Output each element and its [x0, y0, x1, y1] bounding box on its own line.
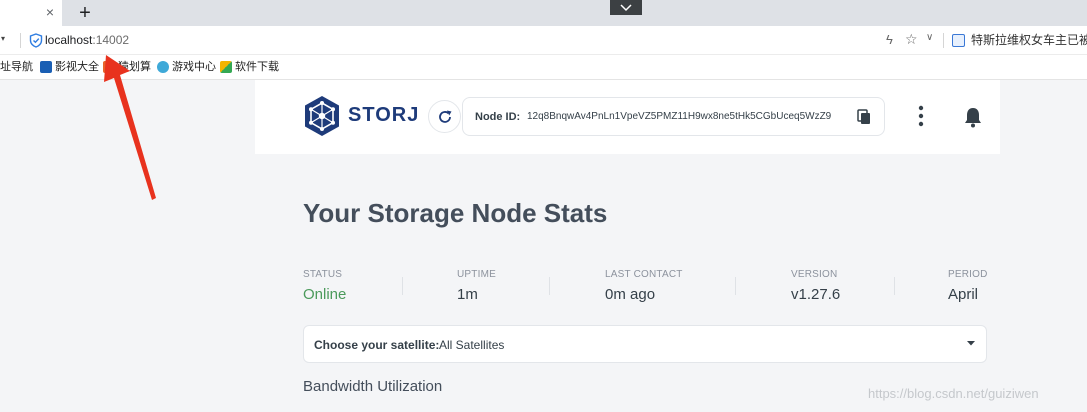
stat-value: April: [948, 286, 979, 303]
divider: [20, 33, 21, 48]
stat-divider: [402, 277, 403, 295]
stat-value: v1.27.6: [791, 286, 841, 303]
stat-label: STATUS: [303, 269, 343, 280]
history-caret-icon[interactable]: ▾: [1, 34, 5, 43]
stat-value: 1m: [457, 286, 478, 303]
bookmark-item[interactable]: 址导航: [0, 60, 33, 74]
stat-divider: [735, 277, 736, 295]
watermark: https://blog.csdn.net/guiziwen: [868, 386, 1039, 401]
stat-label: PERIOD: [948, 269, 988, 280]
bookmark-item[interactable]: 影视大全: [40, 60, 99, 74]
stat-divider: [894, 277, 895, 295]
stat-value: 0m ago: [605, 286, 656, 303]
active-tab[interactable]: ×: [0, 0, 62, 26]
lightning-icon[interactable]: ϟ: [886, 32, 893, 47]
divider: [943, 33, 944, 48]
chevron-down-icon[interactable]: ∨: [926, 32, 933, 43]
url-host: localhost: [45, 33, 93, 47]
stat-label: UPTIME: [457, 269, 496, 280]
satellite-select[interactable]: Choose your satellite: All Satellites: [303, 325, 987, 363]
bookmark-label: 游戏中心: [172, 61, 216, 73]
stat-value: Online: [303, 286, 347, 303]
bookmark-label: 软件下载: [235, 61, 279, 73]
video-icon: [40, 61, 52, 73]
node-id-label: Node ID:: [475, 111, 521, 123]
refresh-icon: [438, 110, 451, 123]
bookmark-label: 址导航: [0, 61, 33, 73]
star-icon[interactable]: ☆: [905, 31, 918, 48]
annotation-arrow: [104, 55, 156, 200]
url-port: :14002: [92, 33, 130, 47]
stat-version: VERSION v1.27.6: [791, 269, 840, 303]
bell-icon[interactable]: [962, 106, 984, 128]
satellite-value: All Satellites: [439, 338, 505, 352]
tab-search-button[interactable]: [610, 0, 642, 15]
caret-down-icon: [967, 341, 975, 346]
stat-label: LAST CONTACT: [605, 269, 683, 280]
new-tab-button[interactable]: +: [74, 2, 96, 24]
software-icon: [220, 61, 232, 73]
stat-divider: [549, 277, 550, 295]
news-headline-link[interactable]: 特斯拉维权女车主已被: [971, 33, 1087, 48]
storj-logo-icon: [305, 96, 339, 136]
refresh-button[interactable]: [428, 100, 461, 133]
stat-last-contact: LAST CONTACT 0m ago: [605, 269, 683, 303]
news-icon: [952, 34, 965, 47]
stat-status: STATUS Online: [303, 269, 346, 303]
node-id-box: Node ID: 12q8BnqwAv4PnLn1VpeVZ5PMZ11H9wx…: [462, 97, 885, 136]
tab-close-icon[interactable]: ×: [42, 4, 58, 20]
stat-label: VERSION: [791, 269, 838, 280]
stat-uptime: UPTIME 1m: [457, 269, 496, 303]
satellite-label: Choose your satellite:: [314, 338, 440, 352]
bandwidth-title: Bandwidth Utilization: [303, 378, 443, 395]
logo-text: STORJ: [348, 104, 420, 126]
node-id-value: 12q8BnqwAv4PnLn1VpeVZ5PMZ11H9wx8ne5tHk5C…: [527, 111, 832, 122]
page-title: Your Storage Node Stats: [303, 198, 608, 228]
more-options-icon[interactable]: [912, 104, 930, 128]
chevron-down-icon: [620, 3, 632, 11]
copy-icon[interactable]: [857, 109, 871, 125]
stat-period: PERIOD April: [948, 269, 988, 303]
shield-icon: [29, 33, 43, 48]
url-field[interactable]: localhost:14002: [45, 33, 129, 48]
address-bar: ▾ localhost:14002 ϟ ☆ ∨ 特斯拉维权女车主已被: [0, 26, 1087, 55]
tab-strip: × +: [0, 0, 1087, 26]
storj-logo[interactable]: STORJ: [302, 94, 418, 138]
bookmark-item[interactable]: 软件下载: [220, 60, 279, 74]
bookmark-label: 影视大全: [55, 61, 99, 73]
